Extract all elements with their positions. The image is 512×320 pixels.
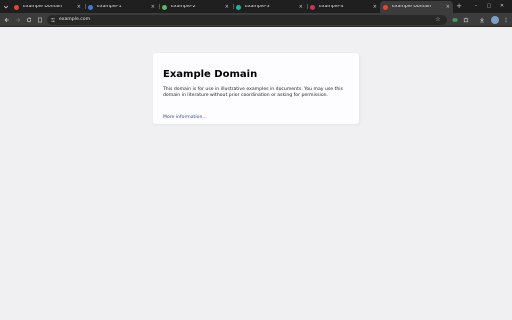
profile-avatar[interactable] — [491, 16, 499, 24]
close-icon[interactable]: × — [373, 4, 377, 10]
favicon-icon — [14, 4, 19, 10]
description-paragraph: This domain is for use in illustrative e… — [163, 87, 343, 98]
extension-button[interactable] — [451, 16, 459, 24]
tab-strip: Example Domain × Example-1 × Example-2 ×… — [0, 0, 512, 13]
download-button[interactable] — [478, 16, 486, 24]
forward-button[interactable] — [14, 16, 22, 24]
favicon-icon — [310, 4, 315, 10]
tab-title: Example-2 — [171, 4, 196, 9]
page-title: Example Domain — [163, 69, 258, 80]
close-icon[interactable]: × — [446, 4, 450, 10]
puzzle-icon — [463, 17, 469, 23]
address-bar[interactable]: example.com ☆ — [47, 15, 447, 25]
browser-toolbar: example.com ☆ — [0, 13, 512, 27]
extension-icon — [452, 18, 458, 22]
favicon-icon — [236, 4, 241, 10]
close-icon[interactable]: × — [299, 4, 303, 10]
close-icon[interactable]: × — [77, 4, 81, 10]
arrow-right-icon — [16, 17, 21, 23]
more-vert-icon — [505, 17, 507, 23]
new-tab-button[interactable]: + — [455, 2, 463, 11]
more-information-link[interactable]: More information... — [163, 115, 207, 120]
tab-example-3[interactable]: Example-3 × — [233, 1, 306, 13]
browser-menu-button[interactable] — [502, 16, 510, 24]
download-icon — [480, 17, 484, 23]
maximize-button[interactable]: ▢ — [485, 2, 493, 11]
content-card: Example Domain This domain is for use in… — [153, 53, 359, 124]
tab-title: Example Domain — [23, 4, 63, 9]
page-icon — [38, 17, 42, 23]
favicon-icon — [162, 4, 167, 10]
close-icon[interactable]: × — [225, 4, 229, 10]
tab-search-button[interactable] — [2, 2, 10, 11]
close-window-button[interactable]: ✕ — [498, 2, 506, 11]
reload-icon — [26, 17, 32, 23]
tab-example-1[interactable]: Example-1 × — [85, 1, 158, 13]
home-button[interactable] — [36, 16, 44, 24]
tab-title: Example Domain — [392, 4, 432, 9]
close-icon[interactable]: × — [151, 4, 155, 10]
tab-title: Example-4 — [319, 4, 344, 9]
tab-example-domain-active[interactable]: Example Domain × — [380, 1, 453, 13]
reload-button[interactable] — [25, 16, 33, 24]
tab-example-2[interactable]: Example-2 × — [159, 1, 232, 13]
tab-title: Example-1 — [97, 4, 122, 9]
tab-example-domain-1[interactable]: Example Domain × — [11, 1, 84, 13]
extensions-menu-button[interactable] — [462, 16, 470, 24]
tab-title: Example-3 — [245, 4, 270, 9]
bookmark-star-icon[interactable]: ☆ — [434, 16, 442, 24]
url-text: example.com — [59, 17, 91, 22]
chevron-down-icon — [3, 5, 9, 8]
tab-example-4[interactable]: Example-4 × — [307, 1, 380, 13]
favicon-icon — [383, 4, 388, 10]
back-button[interactable] — [3, 16, 11, 24]
page-viewport: Example Domain This domain is for use in… — [0, 28, 512, 320]
minimize-button[interactable]: – — [472, 2, 480, 11]
favicon-icon — [88, 4, 93, 10]
arrow-left-icon — [4, 17, 9, 23]
site-info-icon[interactable] — [50, 17, 56, 23]
